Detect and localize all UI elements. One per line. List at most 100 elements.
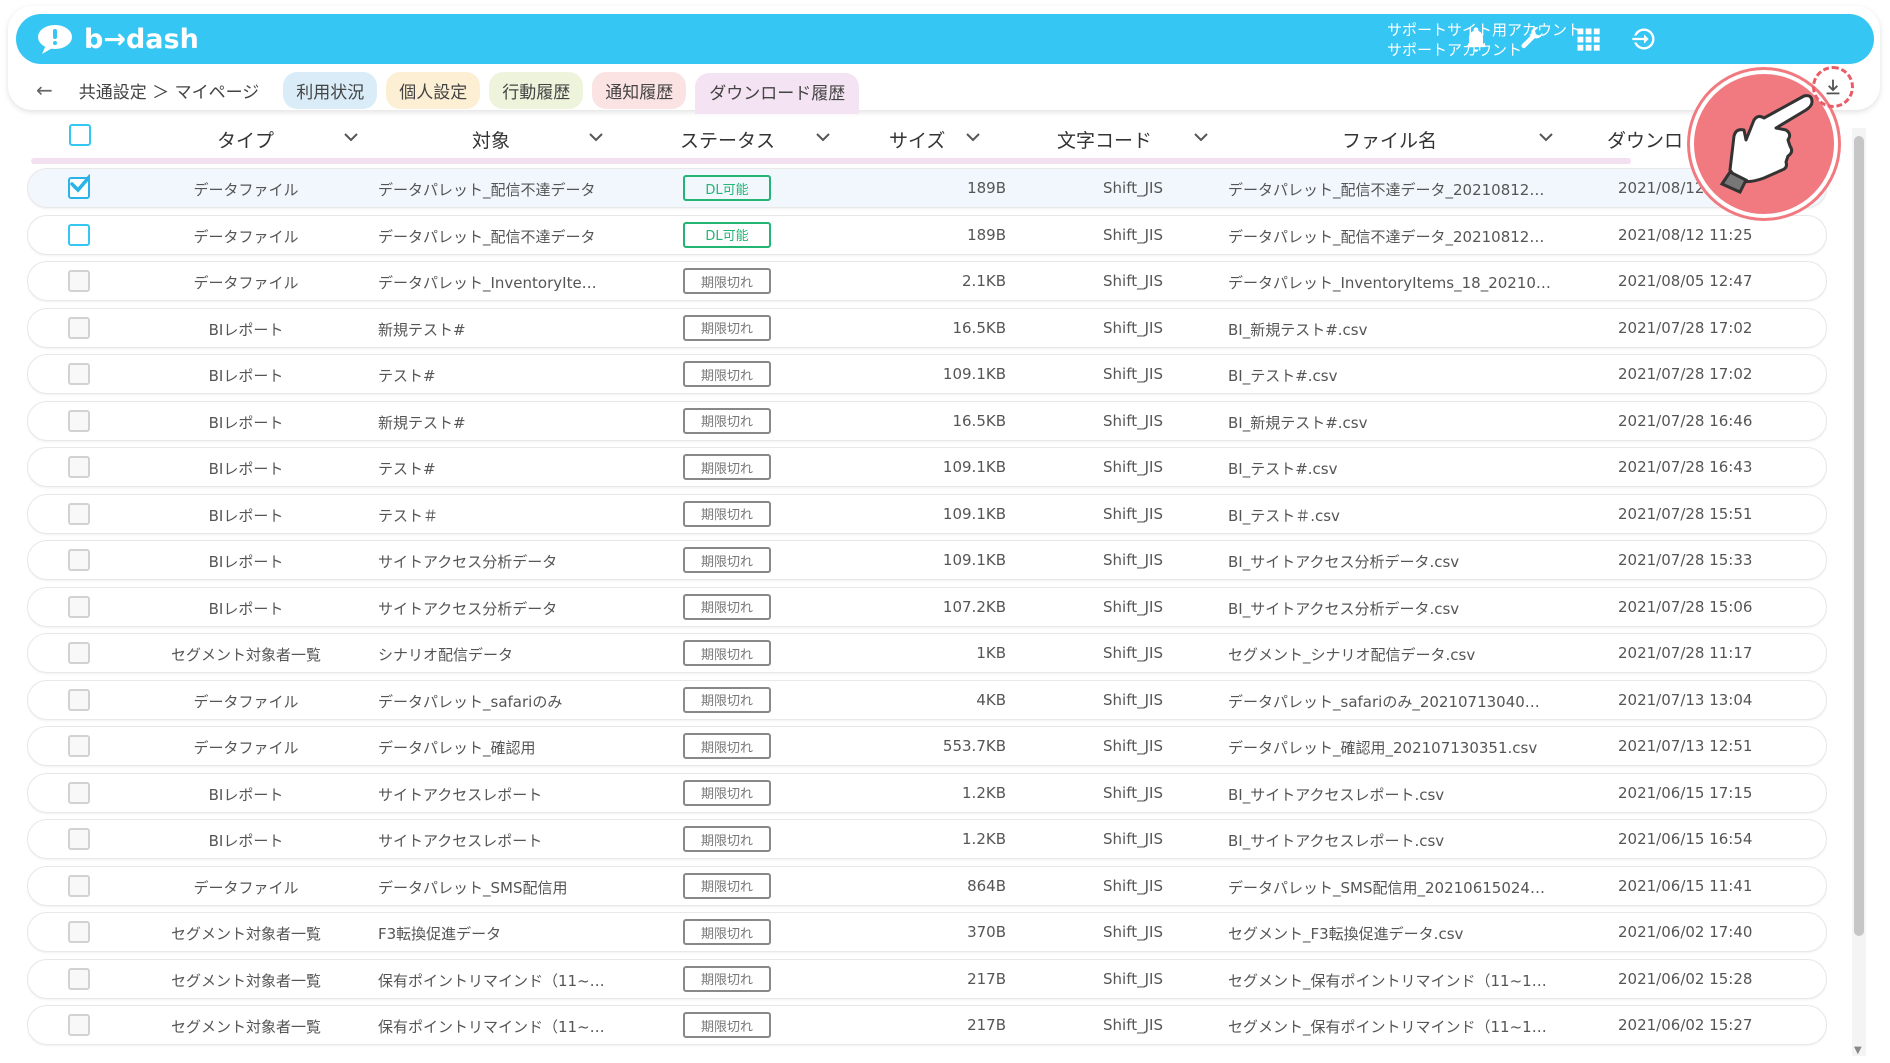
row-target: 新規テスト#: [378, 413, 466, 432]
tab-notification-history[interactable]: 通知履歴: [592, 71, 687, 109]
row-checkbox[interactable]: [68, 874, 90, 897]
wrench-icon[interactable]: [1516, 23, 1548, 55]
table-row[interactable]: データファイル データパレット_safariのみ 期限切れ 4KB Shift_JIS デ…: [27, 679, 1827, 720]
table-row[interactable]: セグメント対象者一覧 保有ポイントリマインド（11~… 期限切れ 217B Shift_…: [27, 1005, 1827, 1045]
col-size[interactable]: サイズ: [889, 126, 945, 153]
subnav: ← 共通設定 ＞ マイページ 利用状況 個人設定 行動履歴 通知履歴 ダウンロー…: [36, 70, 868, 114]
col-type[interactable]: タイプ: [217, 126, 274, 153]
table-row[interactable]: セグメント対象者一覧 保有ポイントリマインド（11~… 期限切れ 217B Shift_…: [27, 958, 1827, 999]
table-row[interactable]: BIレポート 新規テスト# 期限切れ 16.5KB Shift_JIS BI_新規テスト#…: [27, 307, 1827, 348]
table-row[interactable]: BIレポート 新規テスト# 期限切れ 16.5KB Shift_JIS BI_新規テスト#…: [27, 400, 1827, 441]
scroll-thumb[interactable]: [1854, 136, 1864, 936]
row-checkbox[interactable]: [68, 549, 90, 571]
col-encoding[interactable]: 文字コード: [1057, 126, 1152, 153]
chevron-down-icon[interactable]: [1192, 128, 1210, 146]
row-type: セグメント対象者一覧: [170, 925, 321, 943]
col-status[interactable]: ステータス: [680, 126, 775, 153]
row-checkbox[interactable]: [68, 316, 90, 339]
row-checkbox[interactable]: [68, 502, 90, 525]
row-encoding: Shift_JIS: [1103, 644, 1163, 662]
row-type: BIレポート: [208, 506, 284, 525]
row-checkbox[interactable]: [68, 174, 90, 199]
row-filename: セグメント_F3転換促進データ.csv: [1228, 925, 1464, 943]
row-checkbox[interactable]: [68, 456, 90, 478]
back-arrow-icon[interactable]: ←: [36, 78, 53, 102]
status-badge: 期限切れ: [683, 640, 771, 666]
row-checkbox[interactable]: [68, 595, 90, 618]
row-filename: BI_テスト＃.csv: [1228, 506, 1340, 525]
chevron-down-icon[interactable]: [587, 128, 605, 146]
table-row[interactable]: BIレポート サイトアクセス分析データ 期限切れ 109.1KB Shift_JIS BI…: [27, 540, 1827, 580]
row-checkbox[interactable]: [68, 363, 90, 385]
row-date: 2021/06/02 15:28: [1618, 969, 1753, 988]
row-target: シナリオ配信データ: [378, 646, 514, 664]
tab-usage[interactable]: 利用状況: [283, 71, 378, 109]
row-checkbox[interactable]: [68, 688, 90, 711]
col-target[interactable]: 対象: [472, 126, 510, 153]
status-badge[interactable]: DL可能: [683, 221, 771, 248]
row-checkbox[interactable]: [68, 642, 90, 664]
col-download-date[interactable]: ダウンロ: [1607, 126, 1683, 153]
table-row[interactable]: データファイル データパレット_SMS配信用 期限切れ 864B Shift_JIS デー…: [27, 865, 1827, 906]
table-row[interactable]: セグメント対象者一覧 シナリオ配信データ 期限切れ 1KB Shift_JIS セグメント…: [27, 633, 1827, 673]
row-checkbox[interactable]: [68, 828, 90, 850]
row-encoding: Shift_JIS: [1103, 504, 1163, 523]
download-history-table: タイプ 対象 ステータス サイズ 文字コード ファイル名 ダウンロ データファイ…: [27, 118, 1827, 1063]
row-checkbox[interactable]: [68, 967, 90, 990]
status-badge: 期限切れ: [683, 314, 771, 341]
row-encoding: Shift_JIS: [1103, 272, 1163, 290]
tab-download-history[interactable]: ダウンロード履歴: [695, 72, 860, 114]
row-checkbox[interactable]: [68, 921, 90, 943]
table-row[interactable]: BIレポート サイトアクセスレポート 期限切れ 1.2KB Shift_JIS BI_サイ…: [27, 819, 1827, 859]
status-badge[interactable]: DL可能: [683, 175, 771, 201]
row-type: BIレポート: [208, 785, 284, 804]
status-badge: 期限切れ: [683, 872, 771, 899]
bell-icon[interactable]: [1460, 23, 1492, 55]
chevron-down-icon[interactable]: [814, 128, 832, 146]
table-row[interactable]: セグメント対象者一覧 F3転換促進データ 期限切れ 370B Shift_JIS セグメン…: [27, 912, 1827, 952]
table-row[interactable]: BIレポート テスト＃ 期限切れ 109.1KB Shift_JIS BI_テスト＃.cs…: [27, 493, 1827, 534]
row-size: 1.2KB: [962, 783, 1006, 802]
table-row[interactable]: BIレポート サイトアクセス分析データ 期限切れ 107.2KB Shift_JIS BI…: [27, 586, 1827, 627]
row-size: 1KB: [976, 644, 1006, 662]
table-row[interactable]: BIレポート サイトアクセスレポート 期限切れ 1.2KB Shift_JIS BI_サイ…: [27, 772, 1827, 813]
scrollbar[interactable]: ▼: [1852, 128, 1866, 1056]
row-checkbox[interactable]: [68, 735, 90, 757]
chevron-down-icon[interactable]: [342, 128, 360, 146]
logout-icon[interactable]: [1628, 23, 1660, 55]
row-size: 109.1KB: [942, 458, 1006, 476]
table-row[interactable]: データファイル データパレット_InventoryIte… 期限切れ 2.1KB Shi…: [27, 261, 1827, 301]
logo[interactable]: b→dash: [36, 23, 199, 55]
table-row[interactable]: BIレポート テスト# 期限切れ 109.1KB Shift_JIS BI_テスト#.cs…: [27, 447, 1827, 487]
table-row[interactable]: データファイル データパレット_配信不達データ DL可能 189B Shift_JIS デ…: [27, 214, 1827, 255]
select-all-checkbox[interactable]: [69, 124, 91, 146]
grid-icon[interactable]: [1572, 23, 1604, 55]
row-checkbox[interactable]: [68, 270, 90, 292]
status-badge: 期限切れ: [683, 268, 771, 294]
row-filename: BI_サイトアクセスレポート.csv: [1228, 832, 1445, 850]
row-type: セグメント対象者一覧: [170, 646, 321, 664]
table-row[interactable]: BIレポート テスト# 期限切れ 109.1KB Shift_JIS BI_テスト#.cs…: [27, 354, 1827, 394]
table-row[interactable]: データファイル データパレット_確認用 期限切れ 553.7KB Shift_JIS デー…: [27, 726, 1827, 766]
row-checkbox[interactable]: [68, 781, 90, 804]
row-filename: データパレット_配信不達データ_20210812…: [1228, 181, 1545, 199]
row-target: データパレット_配信不達データ: [378, 227, 596, 246]
download-icon[interactable]: [1812, 66, 1854, 108]
chevron-down-icon[interactable]: [964, 128, 982, 146]
tab-activity-history[interactable]: 行動履歴: [489, 71, 584, 109]
row-size: 109.1KB: [942, 551, 1006, 569]
row-size: 4KB: [976, 690, 1006, 709]
row-type: セグメント対象者一覧: [170, 971, 321, 990]
scroll-down-arrow-icon[interactable]: ▼: [1854, 1045, 1862, 1056]
tab-personal-settings[interactable]: 個人設定: [386, 71, 481, 109]
row-checkbox[interactable]: [68, 223, 90, 246]
table-row[interactable]: データファイル データパレット_配信不達データ DL可能 189B Shift_JIS デ…: [27, 168, 1827, 208]
row-encoding: Shift_JIS: [1103, 458, 1163, 476]
row-encoding: Shift_JIS: [1103, 783, 1163, 802]
row-size: 2.1KB: [962, 272, 1006, 290]
col-filename[interactable]: ファイル名: [1342, 126, 1437, 153]
chevron-down-icon[interactable]: [1537, 128, 1555, 146]
status-badge: 期限切れ: [683, 593, 771, 620]
row-checkbox[interactable]: [68, 409, 90, 432]
row-checkbox[interactable]: [68, 1014, 90, 1036]
